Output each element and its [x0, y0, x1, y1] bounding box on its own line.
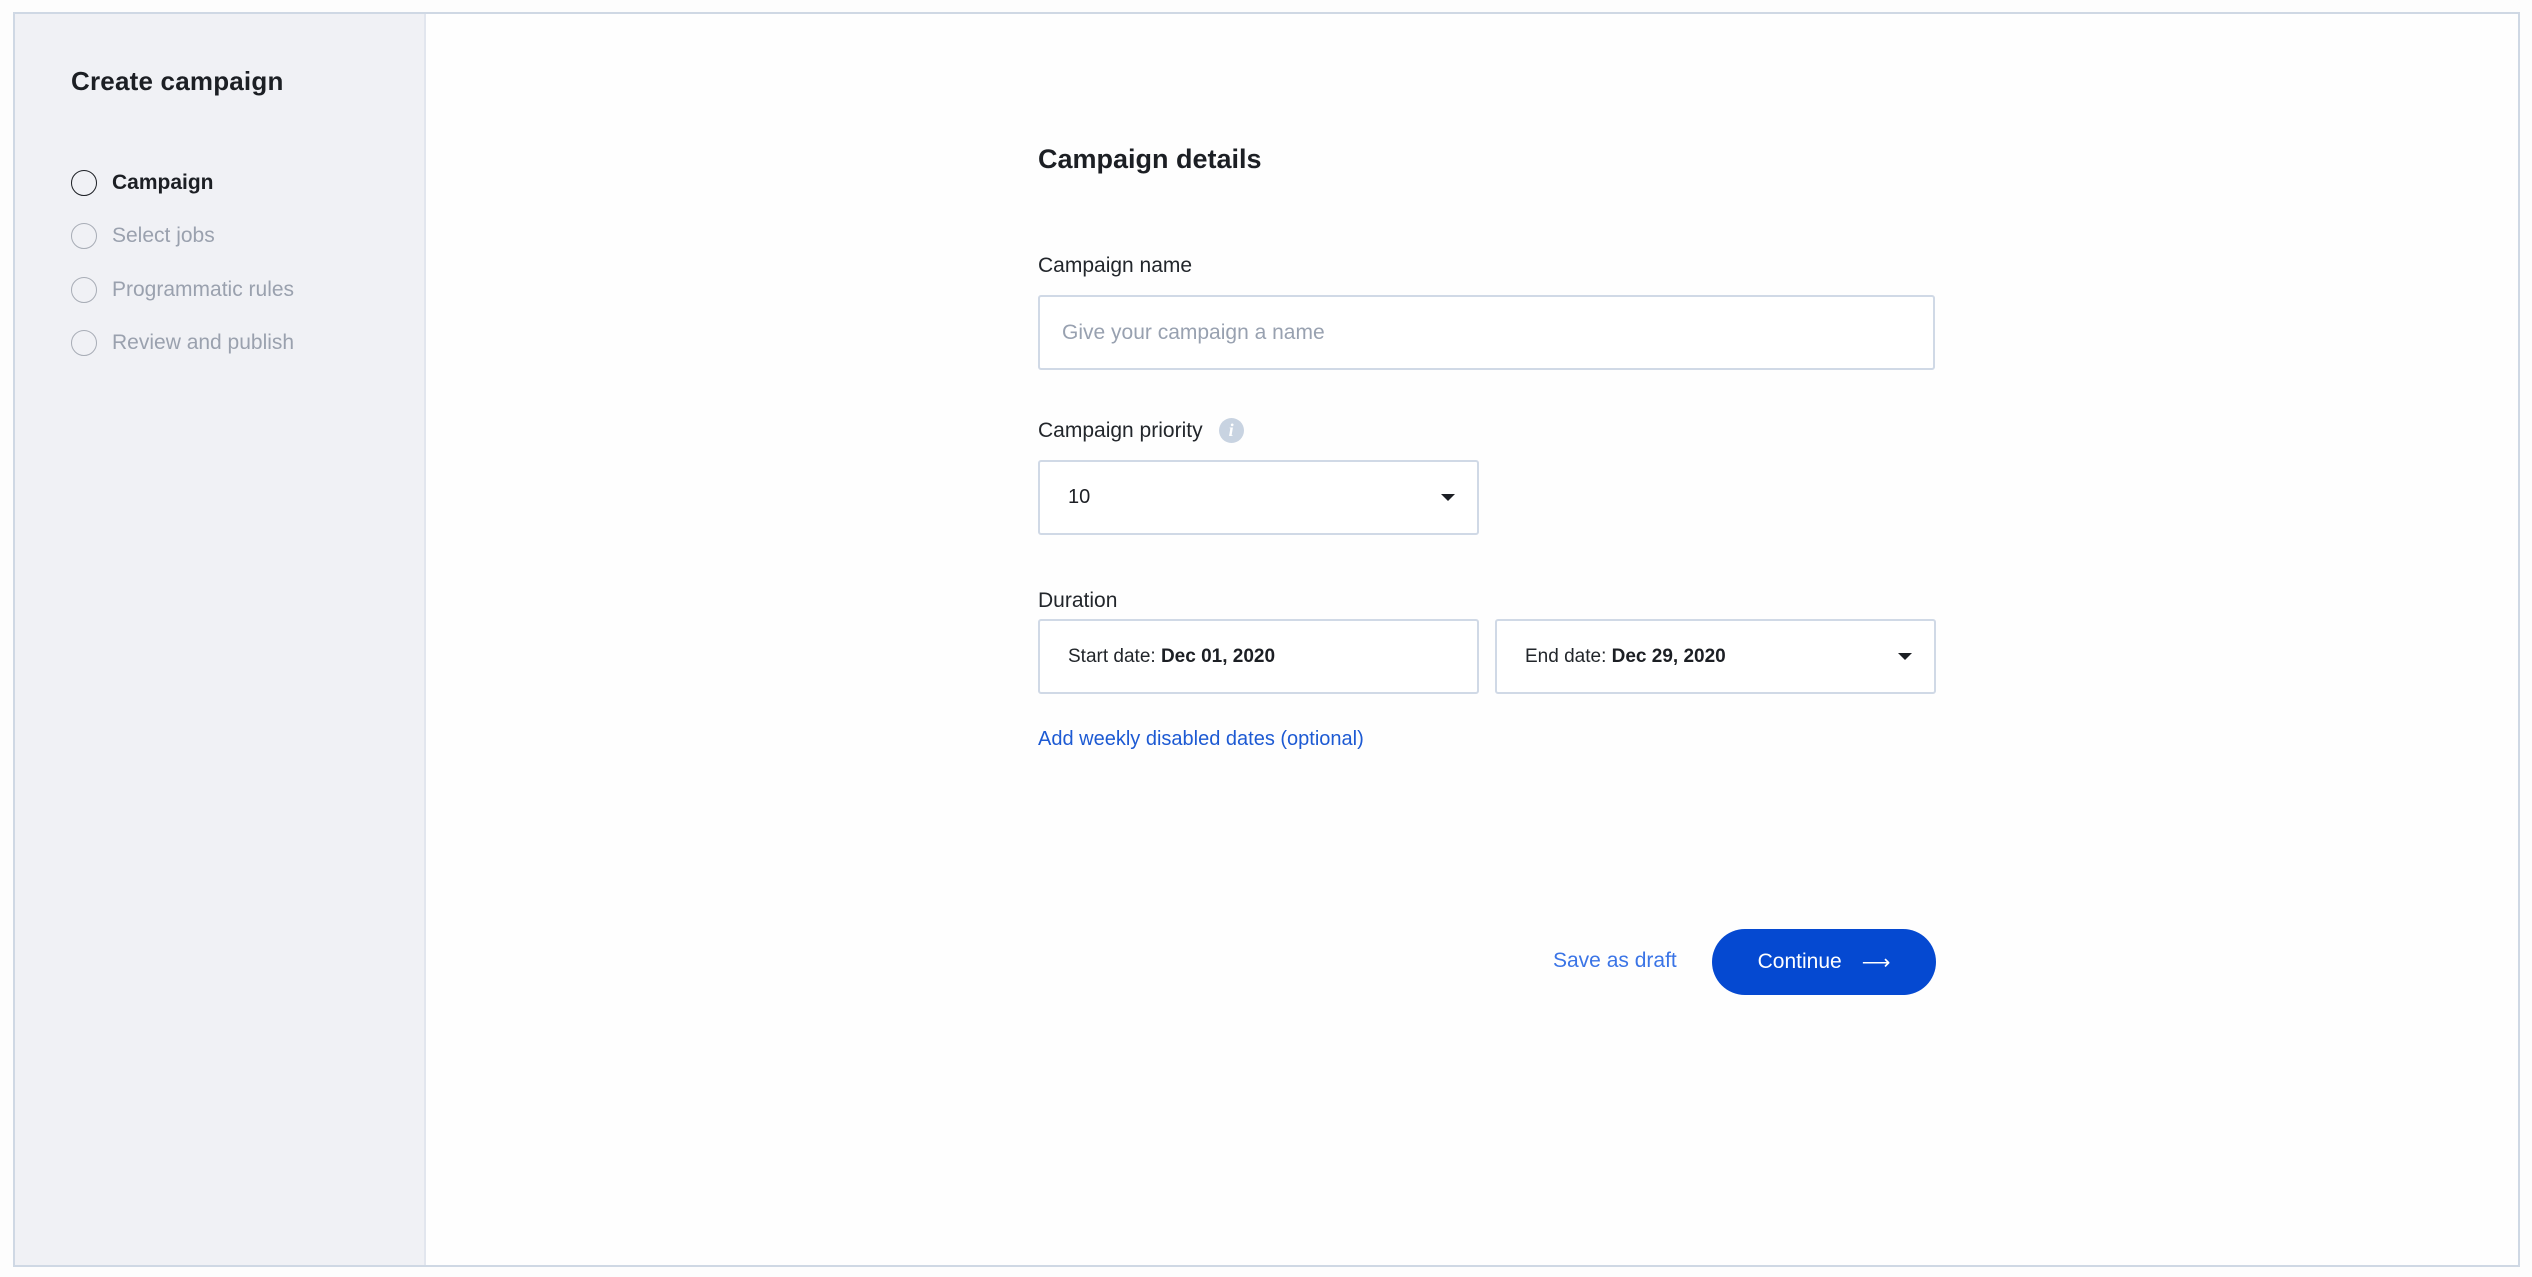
- sidebar: Create campaign Campaign Select jobs Pro…: [15, 14, 426, 1265]
- step-label: Programmatic rules: [112, 277, 295, 301]
- duration-label: Duration: [1038, 589, 1118, 612]
- campaign-priority-label-row: Campaign priority i: [1038, 418, 1244, 443]
- sidebar-title: Create campaign: [71, 66, 284, 96]
- arrow-right-icon: ⟶: [1861, 951, 1891, 974]
- campaign-priority-label: Campaign priority: [1038, 418, 1203, 442]
- step-circle-icon: [71, 276, 97, 303]
- step-campaign[interactable]: Campaign: [71, 156, 294, 210]
- start-date-prefix: Start date:: [1068, 645, 1161, 667]
- chevron-down-icon: [1898, 653, 1912, 660]
- continue-label: Continue: [1757, 950, 1842, 973]
- step-circle-icon: [71, 223, 97, 250]
- campaign-name-label: Campaign name: [1038, 254, 1193, 277]
- step-list: Campaign Select jobs Programmatic rules …: [71, 156, 294, 370]
- end-date-field[interactable]: End date: Dec 29, 2020: [1495, 619, 1936, 694]
- app-frame: Create campaign Campaign Select jobs Pro…: [13, 12, 2520, 1267]
- step-select-jobs[interactable]: Select jobs: [71, 210, 294, 264]
- campaign-priority-select[interactable]: 10: [1038, 460, 1479, 535]
- end-date-value: Dec 29, 2020: [1611, 645, 1726, 667]
- step-circle-icon: [71, 169, 97, 196]
- section-title: Campaign details: [1038, 144, 1262, 174]
- info-icon[interactable]: i: [1218, 418, 1244, 443]
- step-programmatic-rules[interactable]: Programmatic rules: [71, 263, 294, 317]
- start-date-field[interactable]: Start date: Dec 01, 2020: [1038, 619, 1479, 694]
- priority-value: 10: [1068, 486, 1091, 508]
- campaign-name-input[interactable]: [1040, 297, 1933, 368]
- add-weekly-disabled-dates-link[interactable]: Add weekly disabled dates (optional): [1038, 728, 1364, 751]
- step-review-and-publish[interactable]: Review and publish: [71, 317, 294, 371]
- step-label: Campaign: [112, 170, 214, 194]
- step-label: Review and publish: [112, 331, 295, 355]
- step-circle-icon: [71, 330, 97, 357]
- step-label: Select jobs: [112, 224, 215, 248]
- save-as-draft-link[interactable]: Save as draft: [1553, 949, 1677, 973]
- continue-button[interactable]: Continue ⟶: [1712, 929, 1936, 995]
- campaign-name-field: [1038, 295, 1935, 370]
- end-date-text: End date: Dec 29, 2020: [1497, 646, 1898, 668]
- end-date-prefix: End date:: [1525, 645, 1612, 667]
- start-date-text: Start date: Dec 01, 2020: [1040, 646, 1477, 668]
- start-date-value: Dec 01, 2020: [1160, 645, 1276, 667]
- chevron-down-icon: [1441, 494, 1455, 501]
